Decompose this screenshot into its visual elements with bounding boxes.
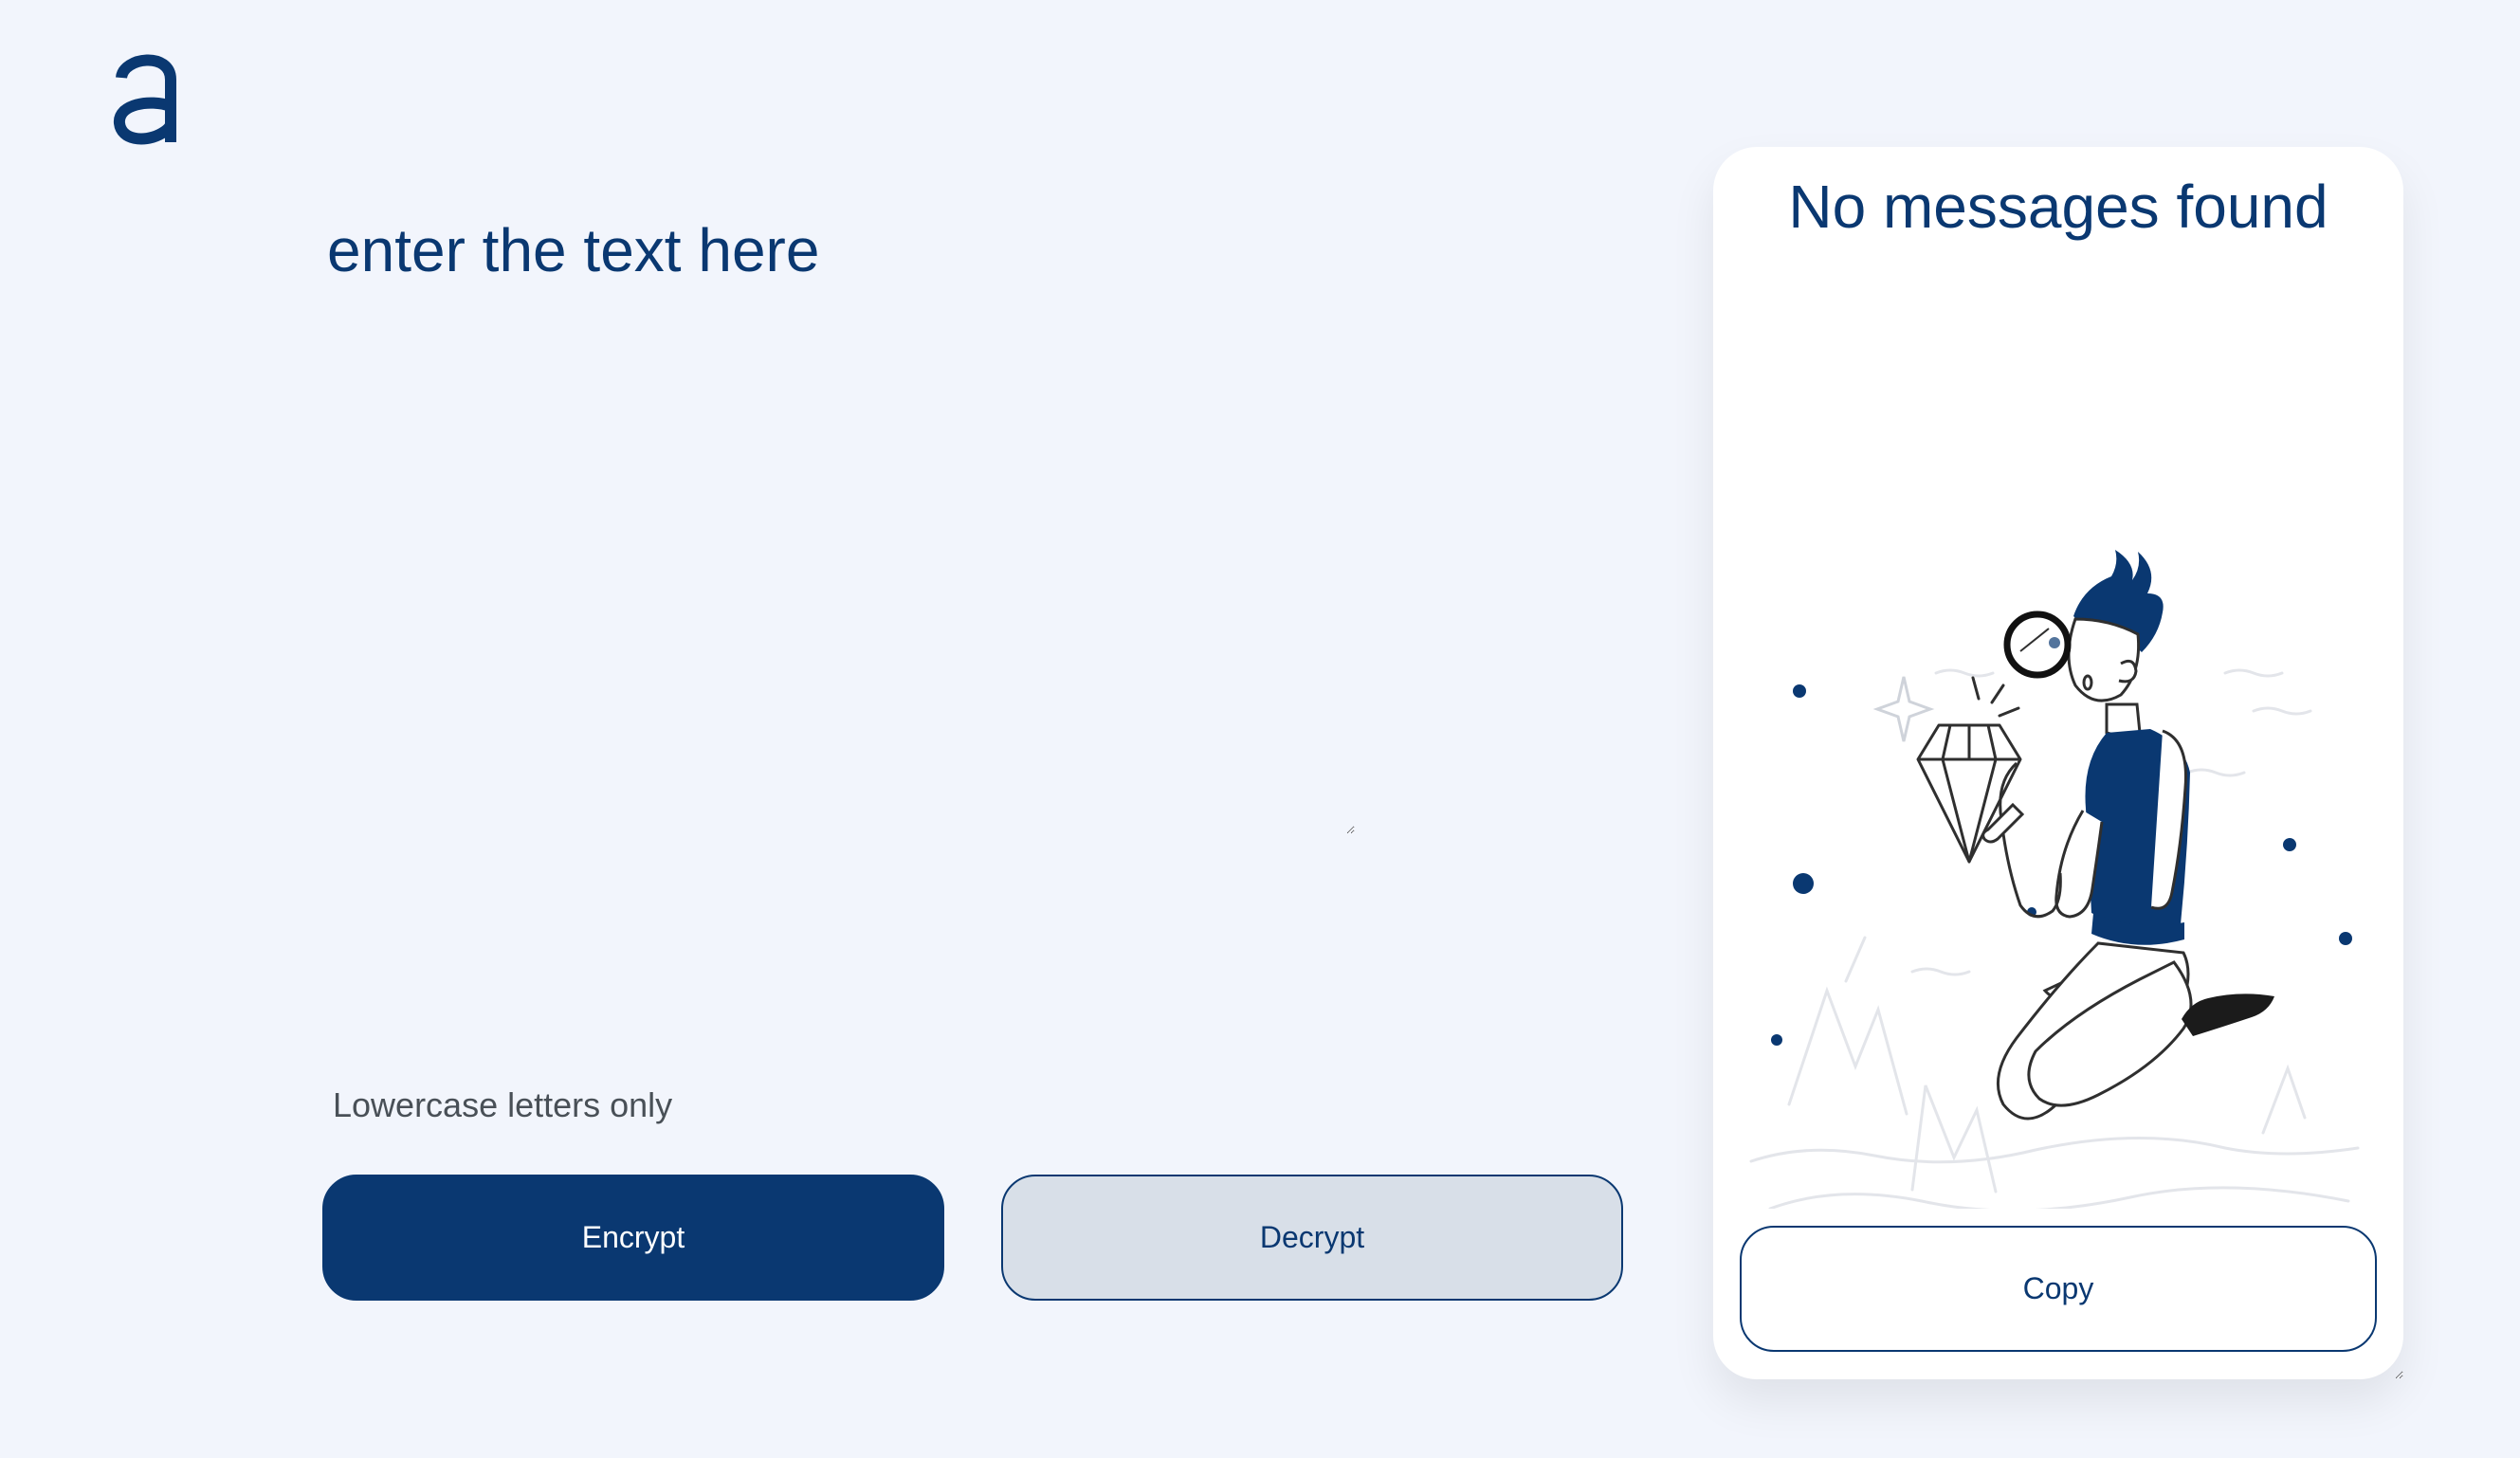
encrypt-button[interactable]: Encrypt: [322, 1175, 944, 1301]
output-panel[interactable]: No messages found Copy: [1713, 147, 2403, 1379]
copy-button[interactable]: Copy: [1740, 1226, 2377, 1352]
person-with-magnifier-illustration: [1749, 550, 2360, 1209]
output-empty-title: No messages found: [1788, 173, 2328, 241]
decrypt-button[interactable]: Decrypt: [1001, 1175, 1623, 1301]
hint-text: Lowercase letters only: [333, 1085, 673, 1124]
message-input[interactable]: [323, 199, 1355, 834]
alura-logo-icon: [114, 54, 176, 145]
input-hint: Lowercase letters only: [333, 1085, 672, 1125]
